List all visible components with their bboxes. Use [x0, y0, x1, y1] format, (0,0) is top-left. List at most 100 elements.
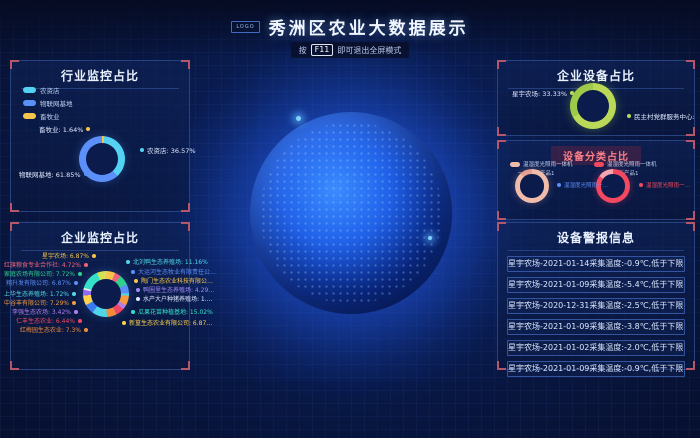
donut-label: 新篁生态农业有限公司: 6.87… — [119, 318, 212, 327]
donut-label: 北刘鸭生态养殖场: 11.16% — [123, 257, 208, 266]
corner-decoration — [686, 60, 695, 69]
donut-label: 红梅园生态农业: 7.3% — [20, 325, 91, 334]
callout-dot — [78, 319, 82, 323]
corner-decoration — [181, 222, 190, 231]
donut-label: 畜牧业: 1.64% — [39, 124, 93, 134]
corner-decoration — [497, 361, 506, 370]
donut-label: 星宇农场: 6.87% — [42, 251, 99, 260]
callout-dot — [84, 172, 88, 176]
hint-prefix: 按 — [299, 45, 307, 56]
alarm-item: 星宇农场-2021-01-14采集温度:-0.9℃,低于下限:0℃ — [507, 256, 685, 272]
donut-label: 鸭圈里生态养殖场: 4.29… — [133, 285, 214, 294]
donut-label: 翔升发有限公司: 6.87% — [6, 278, 81, 287]
corner-decoration — [497, 222, 506, 231]
globe-visualization — [250, 112, 452, 314]
legend-label: 畜牧业 — [40, 111, 60, 121]
corner-decoration — [10, 222, 19, 231]
corner-decoration — [497, 211, 506, 220]
callout-dot — [627, 114, 631, 118]
hint-suffix: 即可退出全屏模式 — [337, 45, 401, 56]
callout-dot — [557, 183, 561, 187]
corner-decoration — [181, 361, 190, 370]
corner-decoration — [497, 140, 506, 149]
legend-item[interactable]: 畜牧业 — [23, 111, 73, 121]
corner-decoration — [686, 127, 695, 136]
legend-item[interactable]: 温湿度光照雨一体机 — [510, 160, 573, 168]
legend-swatch — [594, 162, 604, 167]
panel-industry-monitor: 行业监控占比 农资店 物联网基地 畜牧业 畜牧业: 1.64% 农资店: 36.… — [10, 60, 190, 212]
donut-label: 水产大户种猪养殖场: 1.… — [133, 294, 213, 303]
callout-dot — [131, 310, 135, 314]
donut-label: 李强生态农场: 3.42% — [12, 307, 81, 316]
donut-hole — [91, 279, 120, 308]
panel-device-category: 设备分类占比 温湿度光照雨一体机 一体机新产品1 温湿度光照雨一体机 一体机新产… — [497, 140, 695, 220]
industry-legend: 农资店 物联网基地 畜牧业 — [23, 85, 73, 121]
callout-dot — [74, 310, 78, 314]
corner-decoration — [497, 127, 506, 136]
legend-label: 农资店 — [40, 85, 60, 95]
alarm-item: 星宇农场-2021-01-09采集温度:-3.8℃,低于下限:0℃ — [507, 319, 685, 335]
panel-enterprise-equipment: 企业设备占比 星宇农场: 33.33% 民主村党群服务中心: — [497, 60, 695, 136]
callout-dot — [86, 127, 90, 131]
fullscreen-hint-bar: 按 F11 即可退出全屏模式 — [291, 42, 410, 58]
legend-swatch — [23, 113, 36, 119]
corner-decoration — [686, 140, 695, 149]
legend-label: 物联网基地 — [40, 98, 73, 108]
callout-dot — [122, 321, 126, 325]
satellite-dot — [296, 116, 301, 121]
callout-dot — [131, 270, 135, 274]
header: LOGO 秀洲区农业大数据展示 — [0, 14, 700, 39]
enterprise-donut-chart — [83, 271, 129, 317]
globe-dot-texture — [260, 122, 442, 304]
corner-decoration — [497, 60, 506, 69]
donut-label: 星宇农场: 33.33% — [512, 88, 577, 98]
donut-hole — [86, 143, 118, 175]
callout-dot — [126, 260, 130, 264]
alarm-item: 星宇农场-2020-12-31采集温度:-2.5℃,低于下限:0℃ — [507, 298, 685, 314]
callout-dot — [84, 328, 88, 332]
corner-decoration — [181, 203, 190, 212]
alarm-item: 星宇农场-2021-01-09采集温度:-5.4℃,低于下限:0℃ — [507, 277, 685, 293]
legend-item[interactable]: 温湿度光照雨一体机 — [594, 160, 657, 168]
callout-dot — [639, 183, 643, 187]
alarm-list: 星宇农场-2021-01-14采集温度:-0.9℃,低于下限:0℃ 星宇农场-2… — [498, 256, 694, 377]
callout-dot — [72, 301, 76, 305]
alarm-item: 星宇农场-2021-01-09采集温度:-0.9℃,低于下限:0℃ — [507, 361, 685, 377]
legend-label: 温湿度光照雨一体机 — [523, 160, 573, 168]
panel-title: 设备警报信息 — [508, 223, 684, 251]
f11-key: F11 — [311, 44, 334, 56]
corner-decoration — [10, 361, 19, 370]
callout-dot — [140, 148, 144, 152]
donut-label: 陶门生态农业科技有限公… — [131, 276, 213, 285]
donut-label: 温湿度光照雨一… — [554, 181, 608, 189]
donut-label: 大运河生态牧业有限责任公… — [128, 267, 216, 276]
donut-label: 红旗粮食专业合作社: 4.72% — [4, 260, 91, 269]
fullscreen-hint: 按 F11 即可退出全屏模式 — [0, 42, 700, 58]
page-title: 秀洲区农业大数据展示 — [269, 14, 469, 39]
panel-enterprise-monitor: 企业监控占比 星宇农场: 6.87% 红旗粮食专业合作社: 4.72% 家庭农场… — [10, 222, 190, 370]
callout-dot — [134, 279, 138, 283]
legend-item[interactable]: 物联网基地 — [23, 98, 73, 108]
callout-dot — [78, 272, 82, 276]
donut-label: 仁丰生态农业: 6.44% — [16, 316, 85, 325]
app-logo: LOGO — [231, 21, 259, 33]
corner-decoration — [10, 203, 19, 212]
corner-decoration — [10, 60, 19, 69]
corner-decoration — [686, 211, 695, 220]
donut-hole — [577, 90, 609, 122]
panel-device-alarms: 设备警报信息 星宇农场-2021-01-14采集温度:-0.9℃,低于下限:0℃… — [497, 222, 695, 370]
donut-label: 温湿度光照雨一… — [636, 181, 690, 189]
callout-dot — [570, 91, 574, 95]
callout-dot — [84, 263, 88, 267]
callout-dot — [74, 281, 78, 285]
donut-label: 民主村党群服务中心: — [624, 111, 695, 121]
legend-label: 温湿度光照雨一体机 — [607, 160, 657, 168]
callout-dot — [92, 254, 96, 258]
callout-dot — [136, 288, 140, 292]
donut-hole — [520, 174, 543, 197]
legend-item[interactable]: 农资店 — [23, 85, 73, 95]
corner-decoration — [686, 361, 695, 370]
donut-label: 上华生态养殖场: 1.72% — [4, 289, 79, 298]
legend-swatch — [23, 87, 36, 93]
legend-swatch — [23, 100, 36, 106]
